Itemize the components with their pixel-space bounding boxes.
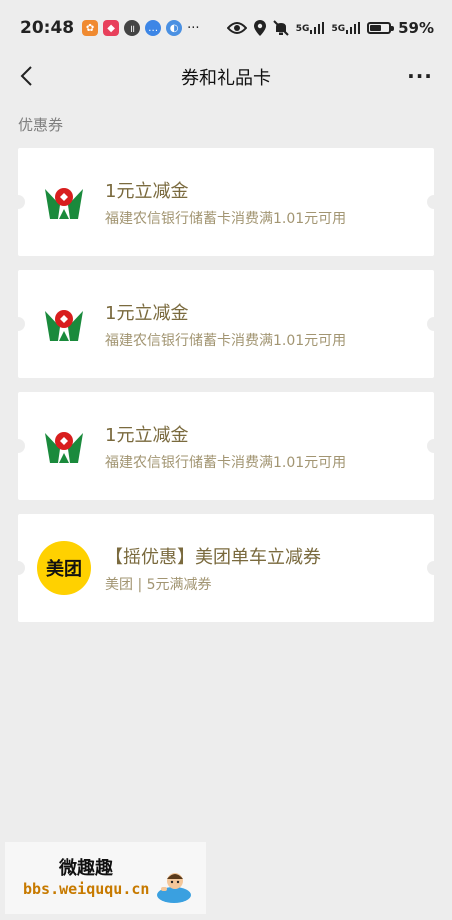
watermark: 微趣趣 bbs.weiququ.cn	[5, 842, 206, 914]
coupon-description: 美团 | 5元满减券	[105, 577, 212, 593]
coupon-title: 1元立减金	[105, 425, 189, 446]
notification-icons: ✿ ◆ ॥ … ◐ ···	[82, 20, 200, 36]
watermark-title: 微趣趣	[59, 858, 113, 879]
pause-app-icon: ॥	[124, 20, 141, 36]
more-notifications-icon: ···	[187, 20, 200, 36]
battery-icon	[367, 22, 395, 34]
mute-icon	[273, 20, 289, 36]
coupon-card[interactable]: 美团 【摇优惠】美团单车立减券 美团 | 5元满减券	[11, 514, 441, 622]
shopping-app-icon: ✿	[82, 20, 99, 36]
system-icons: 5G 5G 59%	[226, 19, 434, 37]
coupon-title: 1元立减金	[105, 303, 189, 324]
red-app-icon: ◆	[103, 20, 120, 36]
card-notch	[11, 317, 25, 331]
card-notch	[427, 195, 441, 209]
coupon-card[interactable]: 1元立减金 福建农信银行储蓄卡消费满1.01元可用	[11, 148, 441, 256]
coupon-card[interactable]: 1元立减金 福建农信银行储蓄卡消费满1.01元可用	[11, 270, 441, 378]
eye-icon	[226, 22, 247, 34]
card-notch	[11, 561, 25, 575]
coupon-description: 福建农信银行储蓄卡消费满1.01元可用	[105, 333, 347, 349]
bank-logo-icon	[37, 419, 91, 473]
card-notch	[427, 317, 441, 331]
coupon-title: 【摇优惠】美团单车立减券	[105, 547, 321, 568]
section-label-coupons: 优惠券	[18, 116, 64, 134]
more-options-button[interactable]: ···	[402, 60, 438, 92]
coupon-description: 福建农信银行储蓄卡消费满1.01元可用	[105, 455, 347, 471]
signal-2-icon: 5G	[331, 22, 361, 34]
chat-app-icon: …	[145, 20, 162, 36]
watermark-url: bbs.weiququ.cn	[23, 880, 150, 898]
meituan-logo-icon: 美团	[37, 541, 91, 595]
card-notch	[427, 561, 441, 575]
coupon-card[interactable]: 1元立减金 福建农信银行储蓄卡消费满1.01元可用	[11, 392, 441, 500]
card-notch	[11, 439, 25, 453]
coupon-title: 1元立减金	[105, 181, 189, 202]
signal-1-icon: 5G	[296, 22, 325, 34]
card-notch	[11, 195, 25, 209]
mascot-icon	[157, 873, 191, 903]
nav-bar: 券和礼品卡 ···	[0, 56, 452, 96]
status-bar: 20:48 ✿ ◆ ॥ … ◐ ··· 5G 5G 59%	[0, 0, 452, 56]
battery-level	[370, 25, 381, 31]
status-time: 20:48	[20, 18, 75, 38]
page-title: 券和礼品卡	[181, 68, 271, 89]
bank-logo-icon	[37, 297, 91, 351]
bank-logo-icon	[37, 175, 91, 229]
browser-app-icon: ◐	[166, 20, 183, 36]
battery-percent: 59%	[398, 19, 434, 37]
card-notch	[427, 439, 441, 453]
coupon-description: 福建农信银行储蓄卡消费满1.01元可用	[105, 211, 347, 227]
location-icon	[253, 20, 266, 36]
